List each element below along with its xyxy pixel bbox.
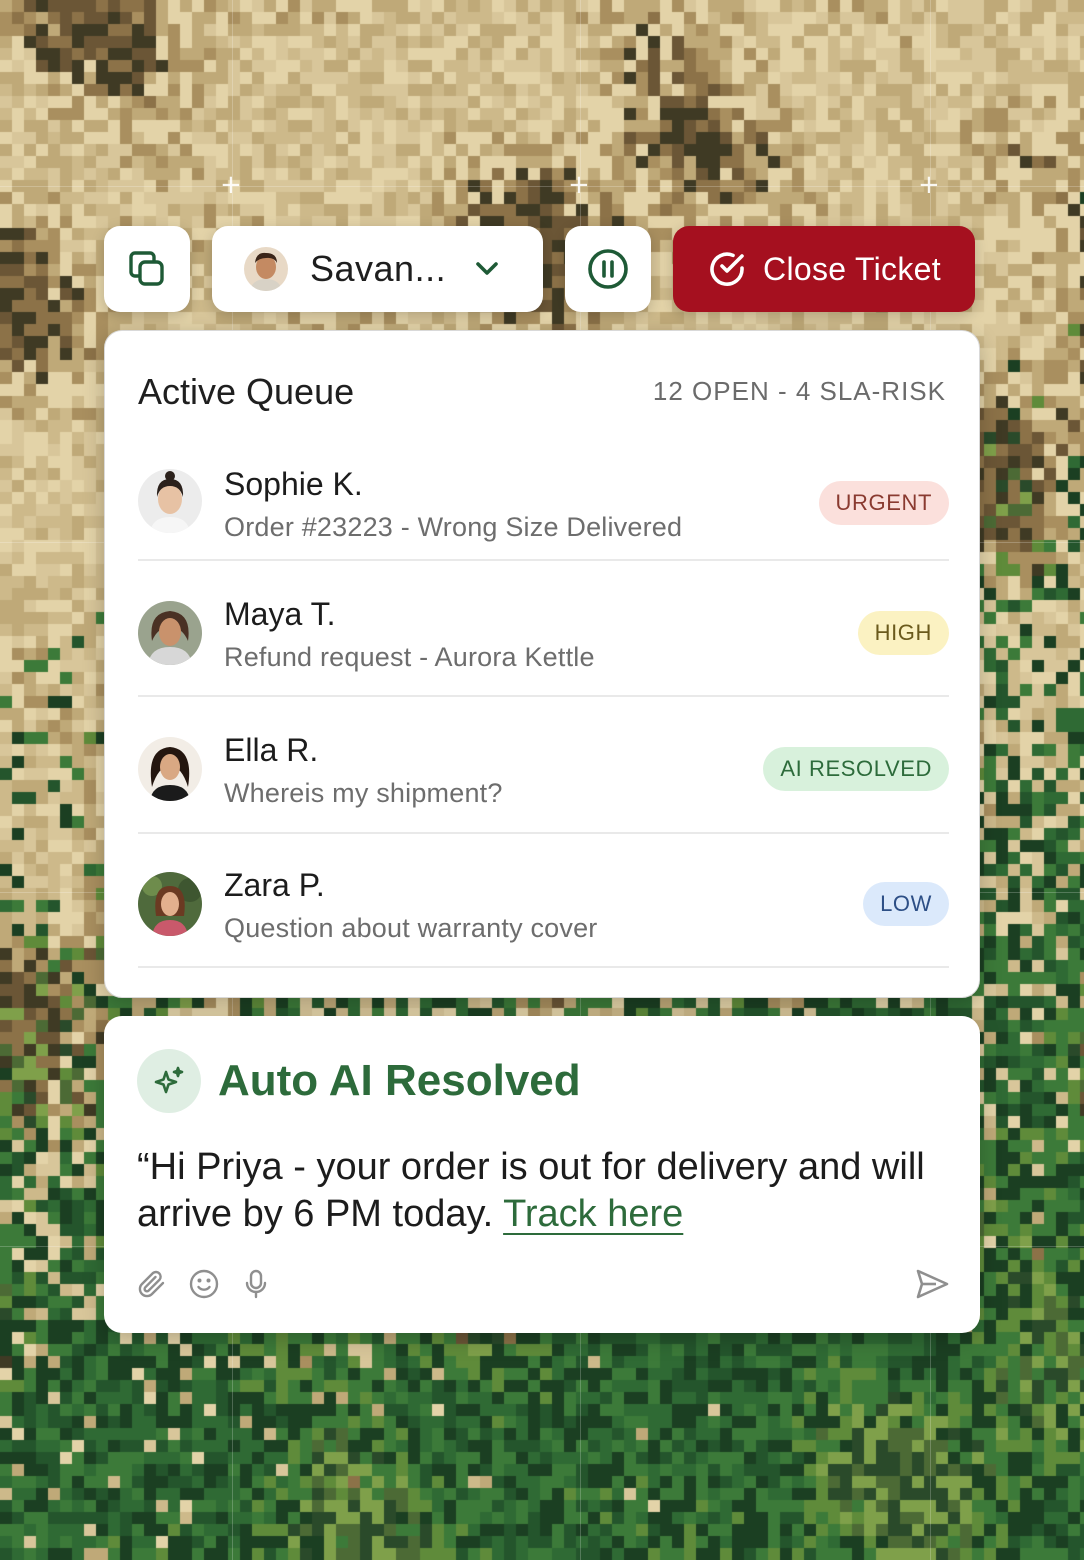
attach-button[interactable]: [136, 1268, 168, 1300]
status-badge-ai-resolved: AI RESOLVED: [763, 747, 949, 791]
ticket-subject: Refund request - Aurora Kettle: [224, 642, 595, 672]
agent-avatar: [244, 247, 288, 291]
priority-badge-urgent: URGENT: [818, 481, 949, 525]
emoji-button[interactable]: [188, 1268, 220, 1300]
customer-name: Zara P.: [224, 867, 325, 903]
priority-badge-high: HIGH: [857, 611, 949, 655]
queue-item-sophie[interactable]: Sophie K. Order #23223 - Wrong Size Deli…: [138, 447, 949, 561]
avatar: [138, 469, 202, 533]
chevron-down-icon: [476, 262, 498, 275]
ai-badge: [137, 1049, 201, 1113]
queue-stats: 12 OPEN - 4 SLA-RISK: [652, 376, 946, 406]
copy-icon: [129, 251, 164, 286]
auto-ai-resolved-card: Auto AI Resolved “Hi Priya - your order …: [104, 1016, 980, 1333]
active-queue-card: Active Queue 12 OPEN - 4 SLA-RISK Sophie…: [104, 330, 980, 998]
copy-button[interactable]: [104, 226, 190, 312]
queue-item-zara[interactable]: Zara P. Question about warranty cover LO…: [138, 834, 949, 968]
send-button[interactable]: [914, 1266, 950, 1302]
microphone-icon: [245, 1269, 267, 1299]
check-circle-icon: [710, 252, 744, 286]
close-ticket-label: Close Ticket: [763, 250, 941, 287]
customer-name: Sophie K.: [224, 466, 363, 502]
ticket-subject: Question about warranty cover: [224, 913, 598, 943]
pause-circle-icon: [588, 249, 628, 289]
avatar: [138, 601, 202, 665]
paperclip-icon: [138, 1270, 165, 1298]
agent-name: Savan...: [310, 248, 447, 289]
queue-title: Active Queue: [138, 371, 355, 412]
voice-button[interactable]: [240, 1268, 272, 1300]
send-icon: [916, 1269, 949, 1299]
pause-button[interactable]: [565, 226, 651, 312]
track-here-link[interactable]: Track here: [503, 1193, 683, 1235]
avatar: [138, 737, 202, 801]
queue-item-ella[interactable]: Ella R. Whereis my shipment? AI RESOLVED: [138, 697, 949, 834]
customer-name: Maya T.: [224, 596, 336, 632]
avatar: [138, 872, 202, 936]
ticket-subject: Order #23223 - Wrong Size Delivered: [224, 512, 683, 542]
agent-selector-dropdown[interactable]: Savan...: [212, 226, 543, 312]
queue-item-maya[interactable]: Maya T. Refund request - Aurora Kettle H…: [138, 561, 949, 697]
smiley-icon: [189, 1269, 219, 1299]
close-ticket-button[interactable]: Close Ticket: [673, 226, 975, 312]
ticket-subject: Whereis my shipment?: [224, 778, 503, 808]
customer-name: Ella R.: [224, 732, 319, 768]
sparkle-icon: [154, 1066, 184, 1094]
priority-badge-low: LOW: [863, 882, 949, 926]
ai-reply-message: “Hi Priya - your order is out for delive…: [137, 1144, 937, 1238]
ai-card-title: Auto AI Resolved: [218, 1056, 581, 1105]
